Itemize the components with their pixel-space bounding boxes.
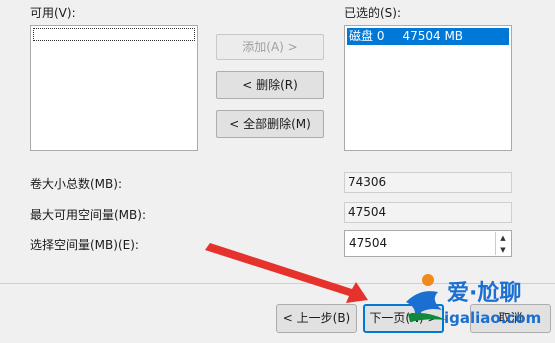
watermark-url: igaliao.com (444, 309, 542, 327)
watermark-text: 爱·尬聊 (447, 281, 522, 306)
watermark-logo-icon (406, 274, 446, 322)
